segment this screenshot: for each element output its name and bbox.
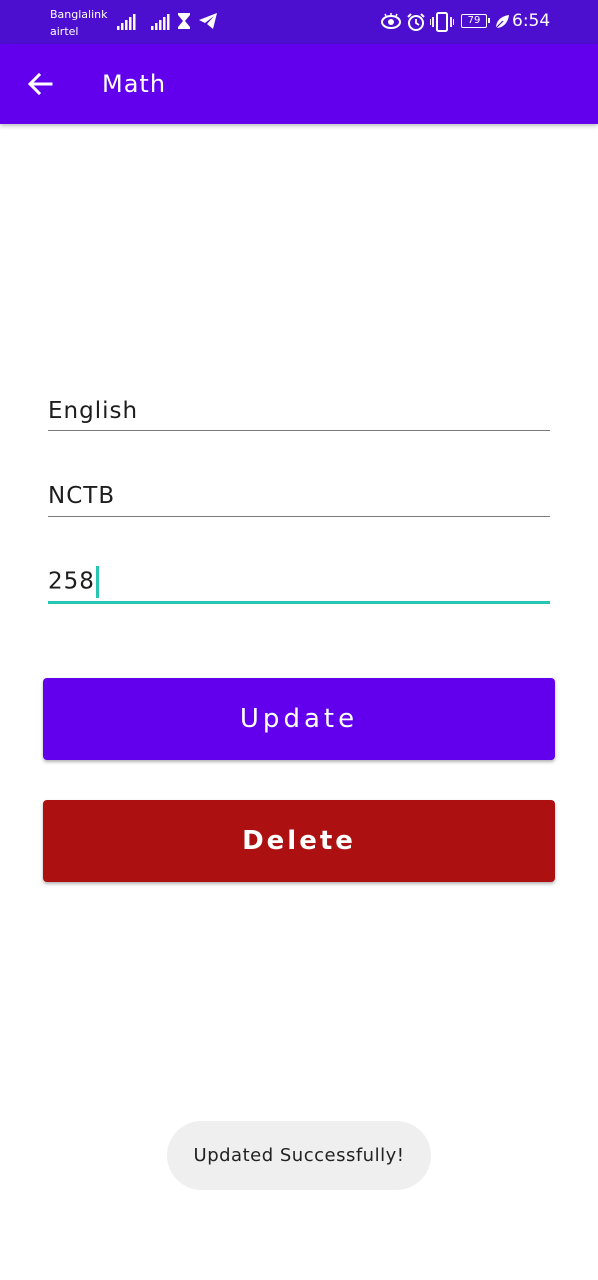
battery-icon: 79 (461, 14, 490, 28)
carrier-names: Banglalink airtel (50, 6, 108, 40)
number-input-row[interactable]: 258 (48, 566, 550, 598)
eye-icon (381, 12, 401, 34)
back-button[interactable] (24, 68, 56, 100)
signal-icon (117, 13, 137, 30)
subject-input[interactable]: English (48, 396, 550, 431)
subject-input-underline (48, 430, 550, 431)
vibrate-icon (429, 12, 455, 36)
delete-button[interactable]: Delete (43, 800, 555, 882)
alarm-icon (406, 12, 426, 36)
hourglass-icon (177, 12, 191, 34)
signal-icon (151, 13, 171, 30)
clock: 6:54 (512, 11, 551, 31)
publisher-input[interactable]: NCTB (48, 481, 550, 517)
leaf-icon (494, 14, 510, 34)
publisher-input-underline (48, 516, 550, 517)
publisher-input-value[interactable]: NCTB (48, 481, 550, 511)
update-button[interactable]: Update (43, 678, 555, 760)
status-bar: Banglalink airtel 79 6:54 (0, 0, 598, 44)
number-input-value[interactable]: 258 (48, 569, 95, 595)
telegram-icon (198, 12, 218, 34)
carrier-1: Banglalink (50, 8, 108, 21)
number-input-underline (48, 601, 550, 604)
text-cursor (95, 566, 99, 598)
page-title: Math (102, 70, 167, 98)
app-bar: Math (0, 44, 598, 124)
toast-message: Updated Successfully! (167, 1121, 431, 1190)
number-input[interactable]: 258 (48, 566, 550, 604)
arrow-left-icon (24, 72, 56, 104)
subject-input-value[interactable]: English (48, 396, 550, 426)
carrier-2: airtel (50, 25, 79, 38)
